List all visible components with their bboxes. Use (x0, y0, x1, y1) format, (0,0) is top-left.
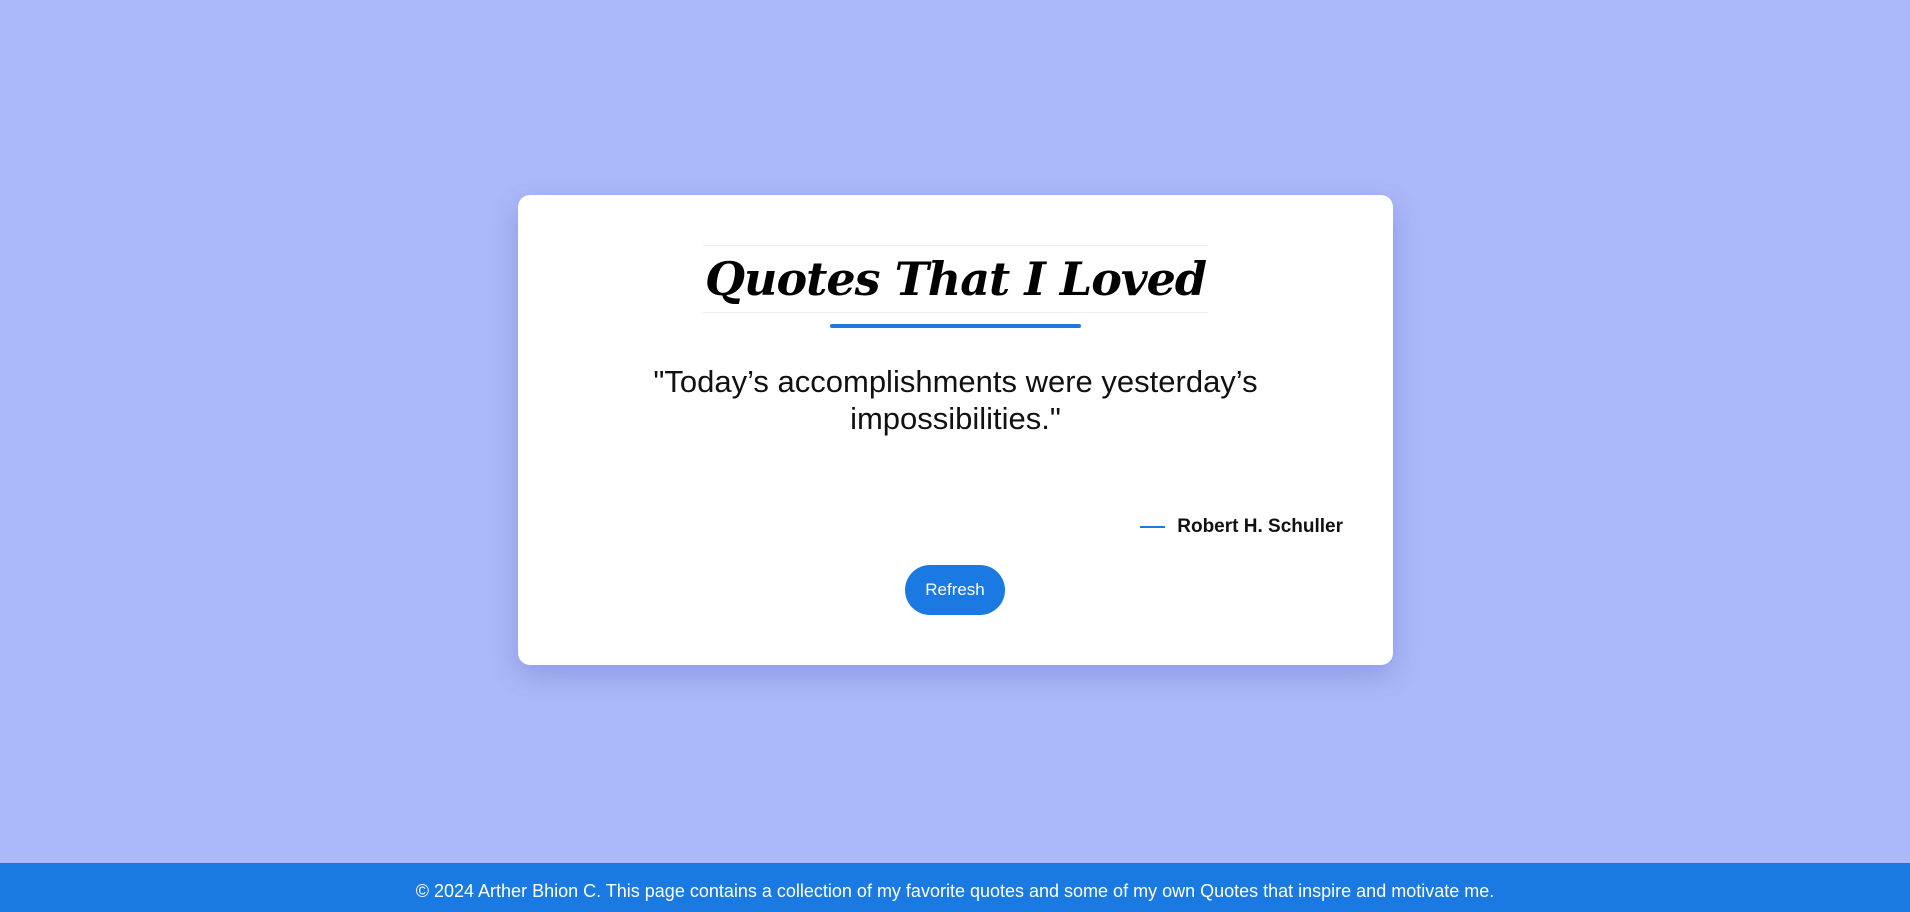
page-body: { "card": { "title": "Quotes That I Love… (0, 0, 1910, 912)
author-row: Robert H. Schuller (1140, 516, 1343, 538)
footer: © 2024 Arther Bhion C. This page contain… (0, 863, 1910, 912)
quote-author: Robert H. Schuller (1177, 516, 1343, 537)
title-wrapper: Quotes That I Loved (518, 245, 1393, 313)
quote-text: "Today’s accomplishments were yesterday’… (653, 364, 1258, 436)
page-title: Quotes That I Loved (702, 245, 1209, 313)
title-underline (830, 324, 1081, 328)
footer-text: © 2024 Arther Bhion C. This page contain… (415, 881, 1495, 901)
refresh-button[interactable]: Refresh (905, 565, 1005, 615)
author-dash (1140, 526, 1166, 528)
quote-card: Quotes That I Loved "Today’s accomplishm… (518, 195, 1393, 665)
